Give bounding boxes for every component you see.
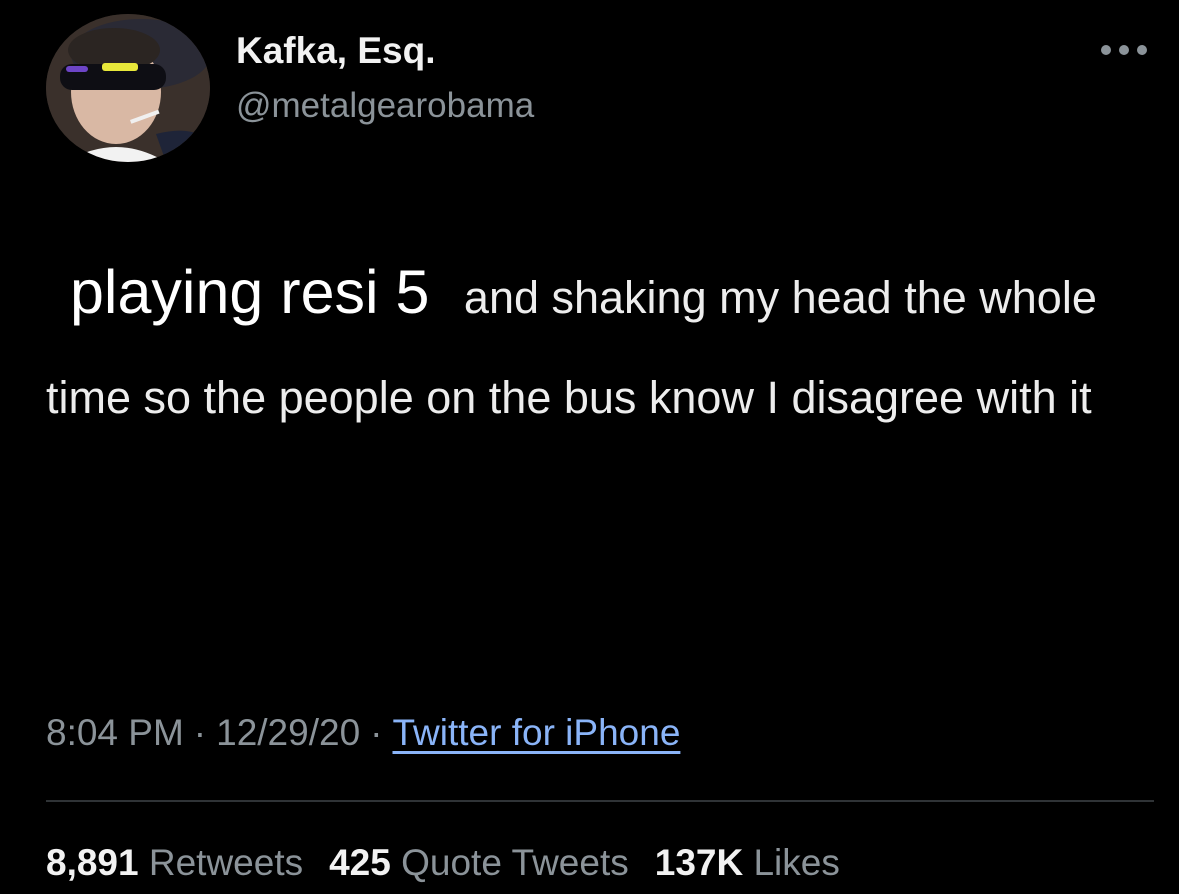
quote-tweets-count: 425 (329, 842, 391, 883)
quote-tweets-label: Quote Tweets (401, 842, 629, 883)
retweets-label: Retweets (148, 842, 304, 883)
tweet-time: 8:04 PM (46, 712, 184, 753)
retweets-count: 8,891 (46, 842, 139, 883)
likes-label: Likes (753, 842, 840, 883)
tweet-metadata: 8:04 PM · 12/29/20 · Twitter for iPhone (46, 712, 680, 754)
user-display-name[interactable]: Kafka, Esq. (236, 30, 435, 72)
user-handle[interactable]: @metalgearobama (236, 86, 534, 126)
tweet-stats: 8,891 Retweets 425 Quote Tweets 137K Lik… (46, 842, 866, 884)
tweet-date: 12/29/20 (216, 712, 361, 753)
tweet-card: Kafka, Esq. @metalgearobama playing resi… (0, 0, 1179, 894)
retweets-stat[interactable]: 8,891 Retweets (46, 842, 303, 884)
meta-separator: · (370, 712, 383, 753)
user-avatar[interactable] (46, 14, 210, 162)
tweet-source-link[interactable]: Twitter for iPhone (392, 712, 680, 753)
more-options-icon[interactable] (1098, 40, 1150, 60)
likes-count: 137K (654, 842, 744, 883)
avatar-photo-icon (46, 14, 210, 162)
edited-text-overlay: playing resi 5 (0, 242, 452, 342)
meta-separator: · (193, 712, 207, 753)
tweet-text: playing resi 5 and shaking my head the w… (0, 242, 1146, 448)
likes-stat[interactable]: 137K Likes (655, 842, 840, 884)
divider (46, 800, 1154, 802)
quote-tweets-stat[interactable]: 425 Quote Tweets (329, 842, 629, 884)
